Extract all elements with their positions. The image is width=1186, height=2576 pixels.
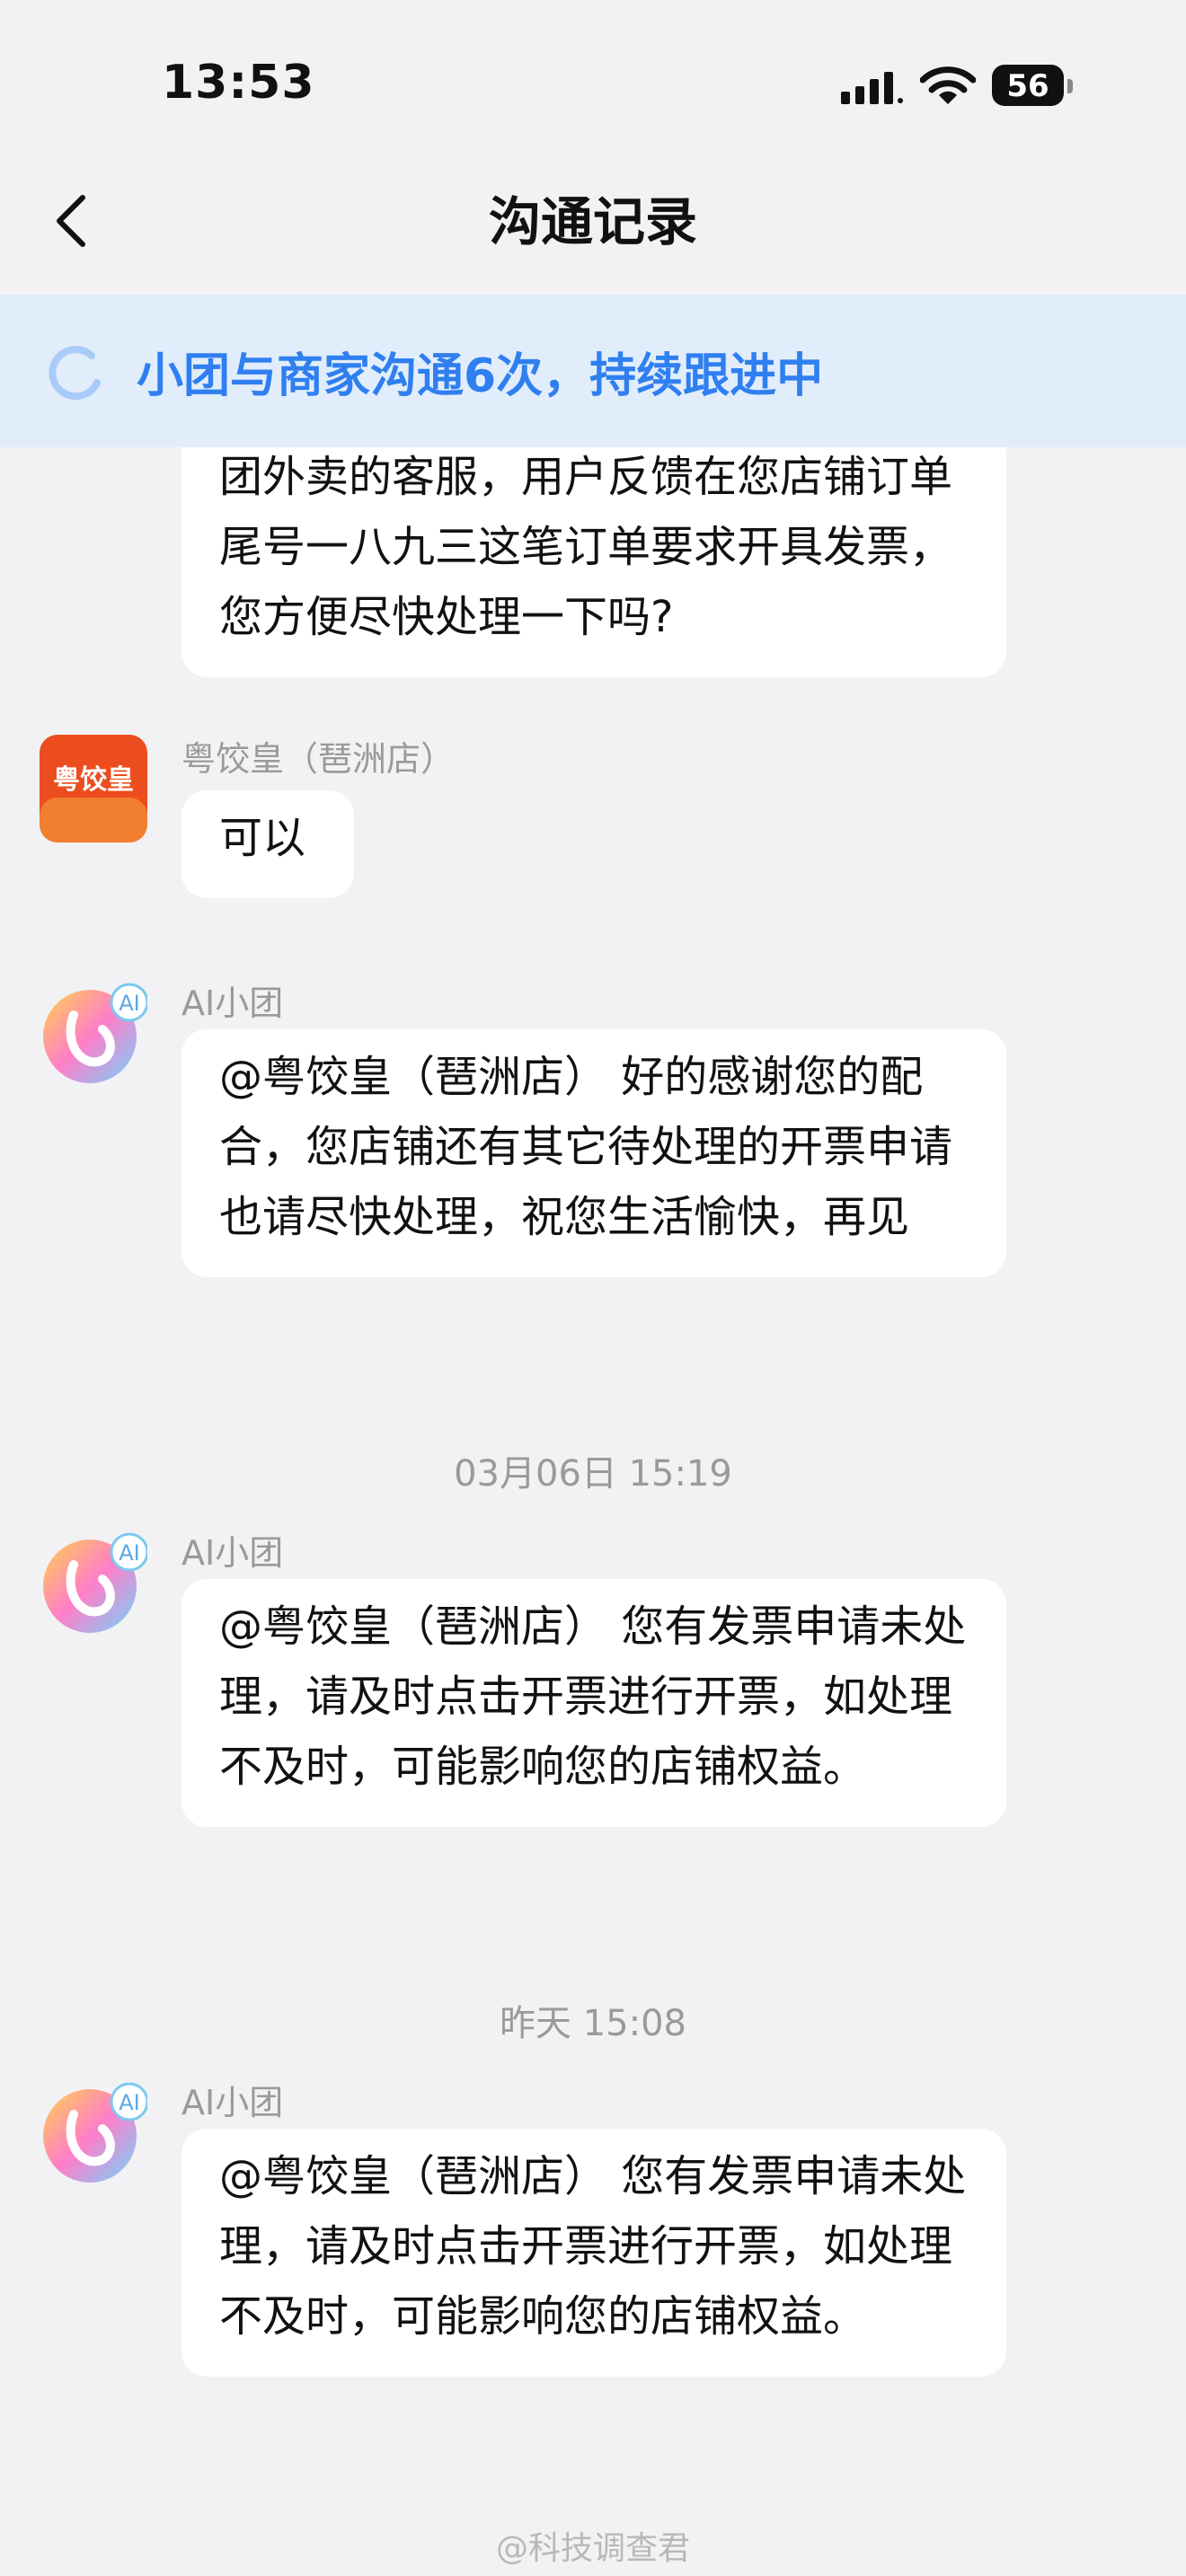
ai-avatar-label: AI [119, 991, 140, 1016]
message-bubble: 可以 [181, 790, 354, 898]
ai-avatar[interactable]: AI [40, 1529, 147, 1636]
message-text: 可以 [219, 813, 306, 863]
loading-spinner-icon [49, 346, 101, 401]
sender-name: AI小团 [181, 1533, 284, 1573]
timestamp: 昨天 15:08 [500, 2003, 686, 2044]
cellular-signal-icon [841, 72, 903, 104]
merchant-avatar-label: 粤饺皇 [53, 764, 134, 796]
wifi-icon [920, 66, 976, 104]
sender-name: 粤饺皇（琶洲店） [181, 739, 456, 779]
status-bar: 13:53 56 [0, 0, 1186, 162]
progress-banner: 小团与商家沟通6次，持续跟进中 [0, 295, 1186, 447]
message-text: @粤饺皇（琶洲店） 您有发票申请未处理，请及时点击开票进行开票，如处理不及时，可… [219, 2151, 967, 2342]
sender-name: AI小团 [181, 984, 284, 1023]
ai-avatar-label: AI [119, 2090, 140, 2115]
battery-icon: 56 [992, 65, 1073, 106]
message-bubble: @粤饺皇（琶洲店） 好的感谢您的配合，您店铺还有其它待处理的开票申请也请尽快处理… [181, 1029, 1006, 1277]
merchant-avatar[interactable]: 粤饺皇 [40, 735, 147, 842]
message-bubble: @粤饺皇（琶洲店） 您有发票申请未处理，请及时点击开票进行开票，如处理不及时，可… [181, 1579, 1006, 1827]
message-text: @粤饺皇（琶洲店） 您有发票申请未处理，请及时点击开票进行开票，如处理不及时，可… [219, 1601, 967, 1792]
message-bubble: 团外卖的客服，用户反馈在您店铺订单尾号一八九三这笔订单要求开具发票，您方便尽快处… [181, 447, 1006, 677]
navigation-bar: 沟通记录 [0, 162, 1186, 295]
message-bubble: @粤饺皇（琶洲店） 您有发票申请未处理，请及时点击开票进行开票，如处理不及时，可… [181, 2129, 1006, 2377]
sender-name: AI小团 [181, 2083, 284, 2122]
ai-avatar[interactable]: AI [40, 979, 147, 1087]
watermark: @科技调查君 [495, 2530, 690, 2567]
battery-level: 56 [1006, 68, 1049, 104]
message-text: 团外卖的客服，用户反馈在您店铺订单尾号一八九三这笔订单要求开具发票，您方便尽快处… [219, 452, 953, 642]
chat-history: 团外卖的客服，用户反馈在您店铺订单尾号一八九三这笔订单要求开具发票，您方便尽快处… [0, 447, 1186, 2576]
status-time: 13:53 [162, 56, 315, 110]
banner-text: 小团与商家沟通6次，持续跟进中 [137, 349, 824, 403]
message-text: @粤饺皇（琶洲店） 好的感谢您的配合，您店铺还有其它待处理的开票申请也请尽快处理… [219, 1052, 953, 1242]
timestamp: 03月06日 15:19 [454, 1453, 732, 1495]
page-title: 沟通记录 [488, 191, 697, 252]
ai-avatar-label: AI [119, 1540, 140, 1566]
ai-avatar[interactable]: AI [40, 2078, 147, 2186]
